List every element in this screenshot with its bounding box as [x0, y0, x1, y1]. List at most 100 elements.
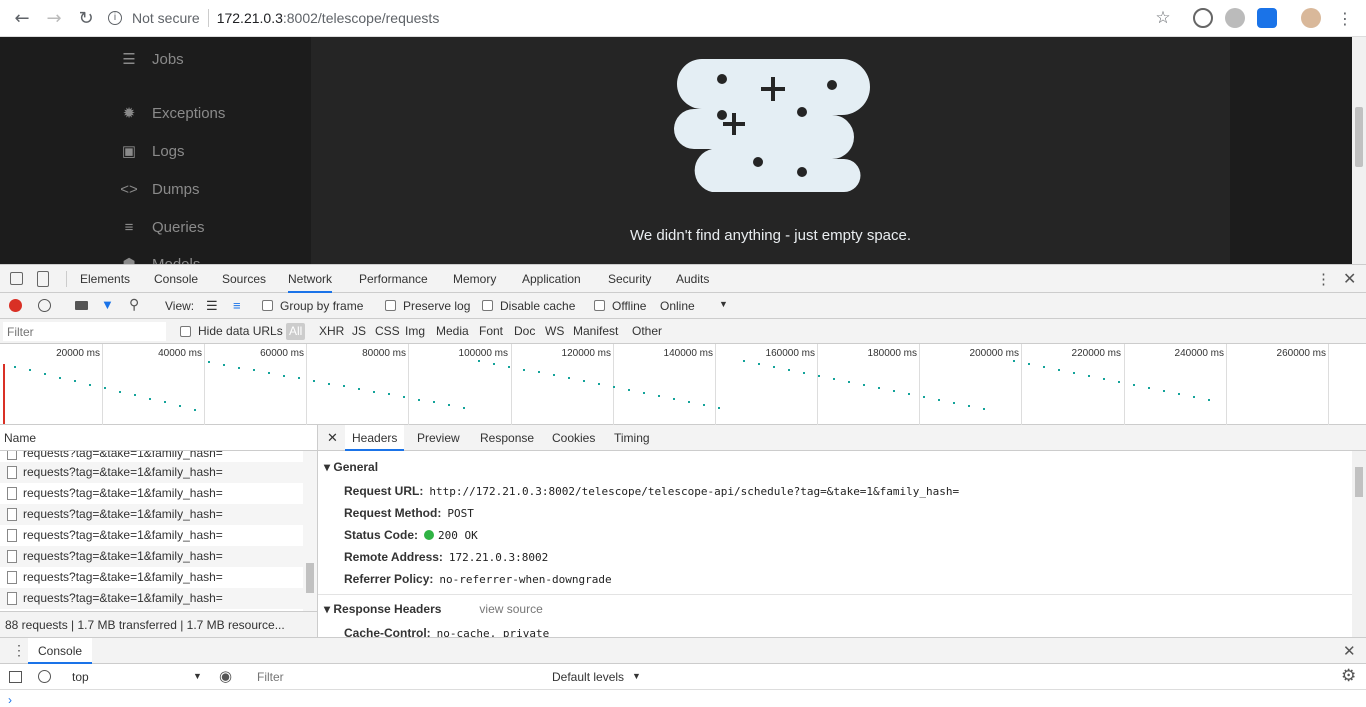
- tab-console[interactable]: Console: [154, 265, 198, 293]
- disable-cache-checkbox[interactable]: [482, 300, 493, 311]
- scrollbar-thumb[interactable]: [1355, 107, 1363, 167]
- eye-icon[interactable]: ◉: [219, 667, 232, 685]
- request-list-scrollbar[interactable]: [303, 451, 317, 611]
- console-prompt[interactable]: ›: [8, 693, 12, 707]
- waterfall-icon[interactable]: ≡: [233, 298, 241, 313]
- sidebar-item-queries[interactable]: ≡ Queries: [120, 216, 205, 238]
- menu-icon[interactable]: ⋮: [1333, 6, 1357, 30]
- network-overview-timeline[interactable]: 20000 ms 40000 ms 60000 ms 80000 ms 1000…: [0, 344, 1366, 425]
- tab-sources[interactable]: Sources: [222, 265, 266, 293]
- request-dot: [59, 376, 61, 379]
- tab-console-drawer[interactable]: Console: [28, 638, 93, 664]
- large-rows-icon[interactable]: ☰: [206, 298, 218, 314]
- close-icon[interactable]: ✕: [1343, 269, 1356, 289]
- filter-type-media[interactable]: Media: [436, 319, 469, 344]
- back-icon[interactable]: ←: [10, 6, 34, 30]
- scrollbar-thumb[interactable]: [306, 563, 314, 593]
- filter-type-js[interactable]: JS: [352, 319, 366, 344]
- filter-type-other[interactable]: Other: [632, 319, 662, 344]
- device-toolbar-icon[interactable]: [37, 271, 49, 287]
- tab-application[interactable]: Application: [522, 265, 581, 293]
- inspect-element-icon[interactable]: [10, 272, 23, 285]
- general-section-header[interactable]: ▾ General: [324, 460, 378, 474]
- list-item[interactable]: requests?tag=&take=1&family_hash=: [0, 546, 303, 567]
- offline-checkbox[interactable]: [594, 300, 605, 311]
- record-icon[interactable]: [9, 299, 22, 312]
- filter-type-doc[interactable]: Doc: [514, 319, 535, 344]
- gear-icon[interactable]: ⚙: [1341, 666, 1356, 686]
- filter-type-ws[interactable]: WS: [545, 319, 564, 344]
- sidebar-item-dumps[interactable]: <> Dumps: [120, 178, 199, 200]
- tab-security[interactable]: Security: [608, 265, 651, 293]
- reload-icon[interactable]: ↻: [74, 6, 98, 30]
- tab-performance[interactable]: Performance: [359, 265, 428, 293]
- request-dot: [1058, 368, 1060, 371]
- view-source-link[interactable]: view source: [479, 602, 542, 616]
- tab-memory[interactable]: Memory: [453, 265, 496, 293]
- sidebar-item-jobs[interactable]: ☰ Jobs: [120, 48, 183, 70]
- list-item[interactable]: requests?tag=&take=1&family_hash=: [0, 588, 303, 609]
- screenshot-icon[interactable]: [75, 301, 88, 310]
- filter-type-all[interactable]: All: [286, 323, 306, 340]
- response-headers-section-header[interactable]: ▾ Response Headers view source: [324, 602, 543, 616]
- extension-icon[interactable]: [1257, 8, 1277, 28]
- sidebar-toggle-icon[interactable]: [9, 671, 22, 683]
- tab-response[interactable]: Response: [480, 425, 534, 451]
- tab-cookies[interactable]: Cookies: [552, 425, 595, 451]
- bookmark-star-icon[interactable]: ☆: [1151, 6, 1175, 30]
- filter-input[interactable]: [3, 322, 166, 341]
- throttle-select[interactable]: Online: [660, 293, 695, 319]
- clear-console-icon[interactable]: [38, 670, 51, 683]
- list-item[interactable]: requests?tag=&take=1&family_hash=: [0, 483, 303, 504]
- detail-scrollbar[interactable]: [1352, 451, 1366, 637]
- chevron-down-icon[interactable]: ▼: [719, 299, 728, 309]
- forward-icon[interactable]: →: [42, 6, 66, 30]
- info-icon[interactable]: i: [108, 11, 122, 25]
- filter-type-css[interactable]: CSS: [375, 319, 400, 344]
- search-icon[interactable]: ⚲: [129, 296, 139, 313]
- name-column-header[interactable]: Name: [0, 425, 318, 451]
- tab-timing[interactable]: Timing: [614, 425, 650, 451]
- page-scrollbar[interactable]: [1352, 37, 1366, 264]
- list-item[interactable]: requests?tag=&take=1&family_hash=: [0, 525, 303, 546]
- chevron-down-icon[interactable]: ▼: [632, 671, 641, 681]
- list-item[interactable]: requests?tag=&take=1&family_hash=: [0, 504, 303, 525]
- tab-elements[interactable]: Elements: [80, 265, 130, 293]
- filter-type-xhr[interactable]: XHR: [319, 319, 344, 344]
- tab-network[interactable]: Network: [288, 265, 333, 293]
- sidebar-item-exceptions[interactable]: ✹ Exceptions: [120, 102, 226, 124]
- filter-type-img[interactable]: Img: [405, 319, 425, 344]
- request-dot: [478, 359, 480, 362]
- console-filter-input[interactable]: [251, 667, 543, 687]
- extension-icon[interactable]: [1193, 8, 1213, 28]
- log-levels-select[interactable]: Default levels: [552, 664, 624, 690]
- tick-line: [613, 344, 614, 425]
- sidebar-item-models[interactable]: ⬢ Models: [120, 253, 200, 265]
- devtools-menu-icon[interactable]: ⋮: [1316, 270, 1331, 288]
- tab-preview[interactable]: Preview: [417, 425, 460, 451]
- address-bar[interactable]: i Not secure 172.21.0.3:8002/telescope/r…: [108, 2, 1188, 34]
- list-item[interactable]: requests?tag=&take=1&family_hash=: [0, 462, 303, 483]
- extension-icon[interactable]: [1225, 8, 1245, 28]
- close-icon[interactable]: ✕: [1343, 642, 1356, 660]
- filter-type-manifest[interactable]: Manifest: [573, 319, 618, 344]
- filter-type-font[interactable]: Font: [479, 319, 503, 344]
- clear-icon[interactable]: [38, 299, 51, 312]
- filter-icon[interactable]: ▼: [101, 297, 114, 312]
- chevron-down-icon[interactable]: ▼: [193, 671, 202, 681]
- drawer-menu-icon[interactable]: ⋮: [12, 642, 26, 659]
- tab-headers[interactable]: Headers: [345, 425, 405, 451]
- group-by-frame-checkbox[interactable]: [262, 300, 273, 311]
- avatar[interactable]: [1301, 8, 1321, 28]
- context-select[interactable]: top: [72, 664, 89, 690]
- request-name: requests?tag=&take=1&family_hash=: [23, 591, 223, 605]
- request-dot: [403, 396, 405, 399]
- tab-audits[interactable]: Audits: [676, 265, 709, 293]
- close-icon[interactable]: ✕: [327, 425, 338, 451]
- hide-data-urls-checkbox[interactable]: [180, 326, 191, 337]
- scrollbar-thumb[interactable]: [1355, 467, 1363, 497]
- sidebar-item-logs[interactable]: ▣ Logs: [120, 140, 185, 162]
- request-dot: [1088, 374, 1090, 377]
- list-item[interactable]: requests?tag=&take=1&family_hash=: [0, 567, 303, 588]
- preserve-log-checkbox[interactable]: [385, 300, 396, 311]
